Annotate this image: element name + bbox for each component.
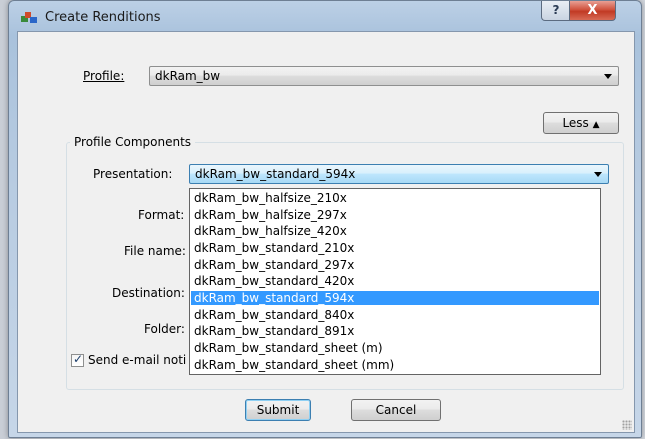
folder-label: Folder: bbox=[144, 322, 185, 336]
file-name-label: File name: bbox=[124, 244, 186, 258]
dropdown-option[interactable]: dkRam_bw_standard_297x bbox=[191, 258, 599, 272]
window-title: Create Renditions bbox=[45, 10, 161, 25]
presentation-select[interactable]: dkRam_bw_standard_594x bbox=[189, 164, 609, 184]
profile-select[interactable]: dkRam_bw bbox=[149, 66, 619, 86]
destination-label: Destination: bbox=[112, 286, 185, 300]
profile-label-text: Profile: bbox=[83, 69, 125, 83]
send-email-checkbox[interactable]: ✓ bbox=[71, 352, 84, 367]
less-button-label: Less bbox=[562, 116, 589, 130]
help-button[interactable]: ? bbox=[541, 1, 571, 21]
profile-label: Profile: bbox=[83, 69, 124, 83]
chevron-down-icon bbox=[594, 172, 602, 177]
dropdown-option[interactable]: dkRam_bw_standard_891x bbox=[191, 324, 599, 338]
chevron-down-icon bbox=[604, 74, 612, 79]
dialog-content: Profile: dkRam_bw Less ▲ Profile Compone… bbox=[17, 31, 635, 433]
send-email-label: Send e-mail noti bbox=[88, 353, 187, 367]
renditions-app-icon bbox=[21, 11, 37, 25]
resize-grip-icon[interactable] bbox=[622, 420, 632, 430]
group-title: Profile Components bbox=[70, 135, 196, 149]
dropdown-option[interactable]: dkRam_bw_standard_sheet (mm) bbox=[191, 358, 599, 372]
dropdown-option[interactable]: dkRam_bw_standard_420x bbox=[191, 274, 599, 288]
close-button[interactable]: X bbox=[569, 1, 616, 21]
dropdown-option[interactable]: dkRam_bw_halfsize_210x bbox=[191, 191, 599, 205]
dropdown-option[interactable]: dkRam_bw_standard_594x bbox=[191, 290, 599, 305]
less-button[interactable]: Less ▲ bbox=[543, 112, 619, 134]
dropdown-option[interactable]: dkRam_bw_halfsize_420x bbox=[191, 224, 599, 238]
presentation-dropdown-list[interactable]: dkRam_bw_halfsize_210x dkRam_bw_halfsize_… bbox=[189, 188, 601, 375]
dropdown-option[interactable]: dkRam_bw_standard_sheet (m) bbox=[191, 341, 599, 355]
dropdown-option[interactable]: dkRam_bw_standard_840x bbox=[191, 308, 599, 322]
presentation-label: Presentation: bbox=[93, 167, 173, 181]
checkmark-icon: ✓ bbox=[73, 352, 84, 366]
presentation-select-value: dkRam_bw_standard_594x bbox=[195, 167, 356, 181]
create-renditions-dialog: Create Renditions ? X Profile: dkRam_bw … bbox=[8, 0, 642, 438]
submit-button[interactable]: Submit bbox=[245, 399, 311, 421]
title-bar[interactable]: Create Renditions ? X bbox=[9, 1, 641, 31]
dropdown-option[interactable]: dkRam_bw_halfsize_297x bbox=[191, 208, 599, 222]
cancel-button[interactable]: Cancel bbox=[351, 399, 441, 421]
arrow-up-icon: ▲ bbox=[592, 120, 600, 130]
dropdown-option[interactable]: dkRam_bw_standard_210x bbox=[191, 241, 599, 255]
profile-select-value: dkRam_bw bbox=[155, 69, 221, 83]
format-label: Format: bbox=[138, 208, 185, 222]
